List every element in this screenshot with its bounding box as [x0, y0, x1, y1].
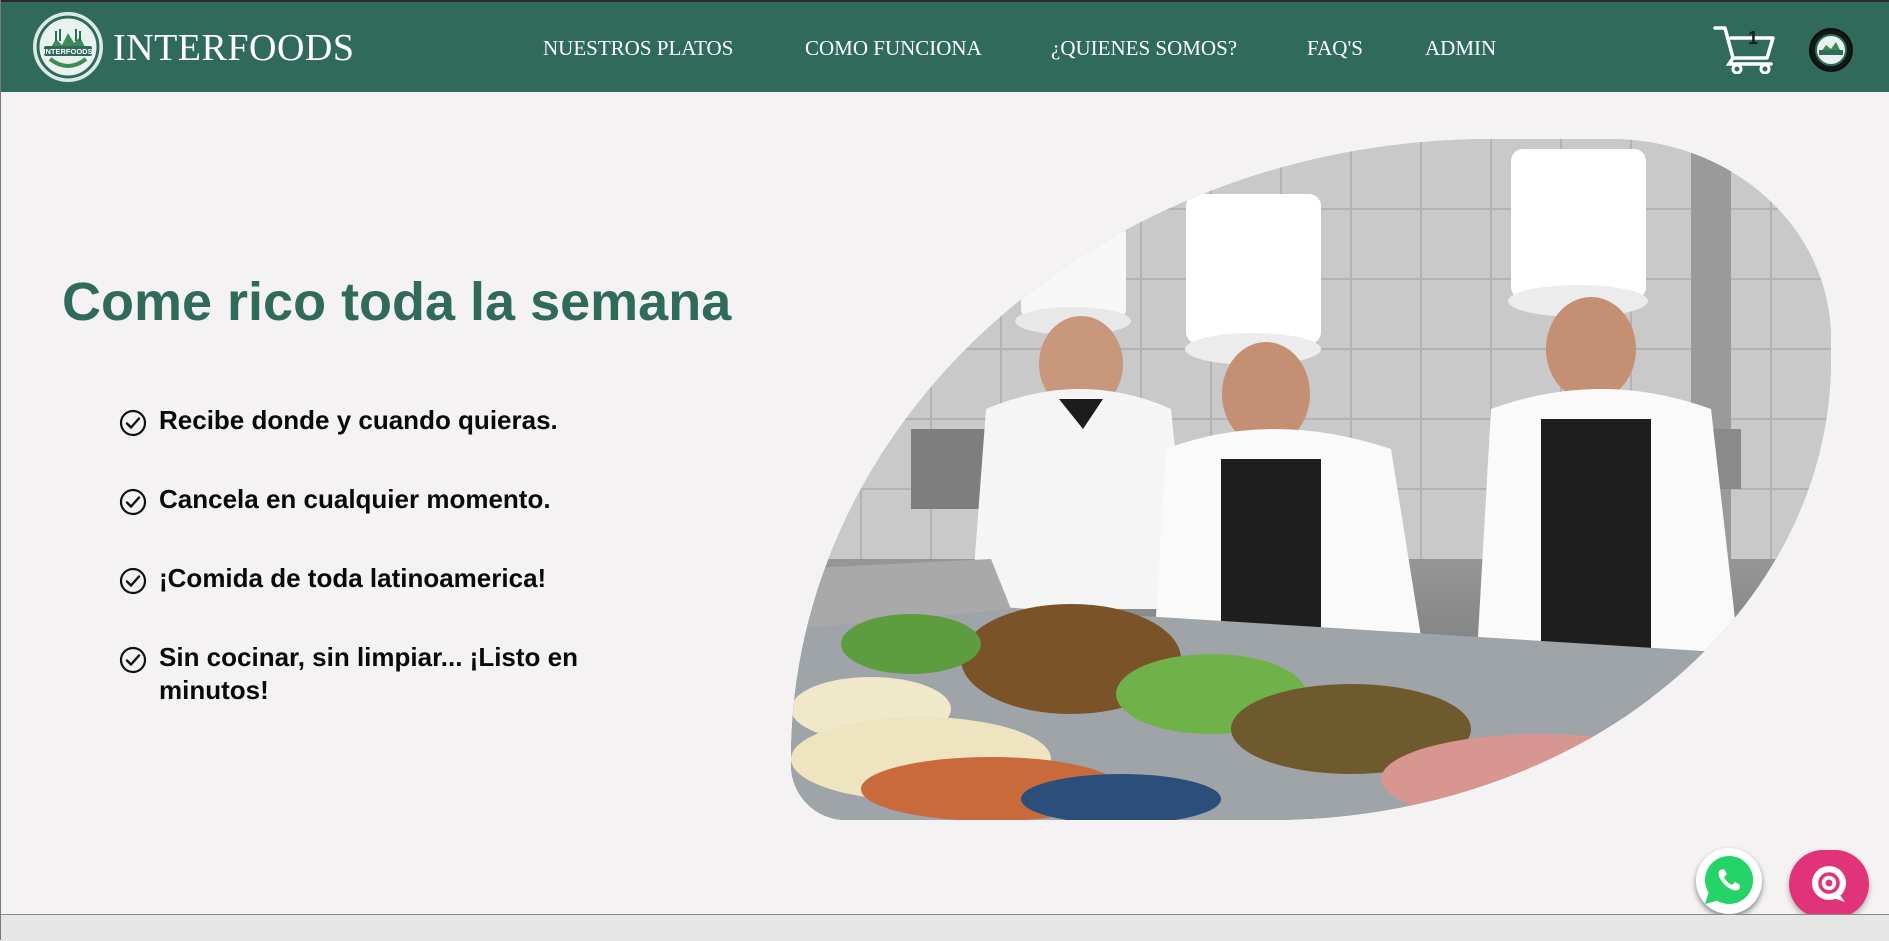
logo-emblem-icon: INTERFOODS: [36, 15, 100, 79]
feature-text: ¡Comida de toda latinoamerica!: [159, 563, 547, 593]
chat-bubble-icon: [1812, 866, 1846, 902]
hero-title: Come rico toda la semana: [62, 272, 732, 332]
whatsapp-icon: [1698, 850, 1760, 912]
chefs-kitchen-illustration: [791, 139, 1831, 820]
cart-button[interactable]: 1: [1713, 24, 1779, 75]
cart-count-badge: 1: [1748, 28, 1759, 48]
feature-item: ¡Comida de toda latinoamerica!: [119, 562, 659, 595]
feature-list: Recibe donde y cuando quieras. Cancela e…: [119, 404, 659, 707]
feature-text: Sin cocinar, sin limpiar... ¡Listo en mi…: [159, 642, 578, 705]
feature-item: Cancela en cualquier momento.: [119, 483, 659, 516]
check-circle-icon: [119, 646, 147, 674]
avatar-logo-icon: [1815, 34, 1847, 66]
user-avatar[interactable]: [1809, 28, 1853, 72]
hero-chefs-photo: [791, 139, 1831, 820]
brand-logo[interactable]: INTERFOODS: [33, 12, 103, 82]
check-circle-icon: [119, 567, 147, 595]
nav-nuestros-platos[interactable]: NUESTROS PLATOS: [543, 36, 733, 60]
feature-text: Cancela en cualquier momento.: [159, 484, 551, 514]
nav-admin[interactable]: ADMIN: [1425, 36, 1496, 60]
brand-name[interactable]: INTERFOODS: [113, 28, 354, 68]
check-circle-icon: [119, 409, 147, 437]
nav-faqs[interactable]: FAQ'S: [1307, 36, 1363, 60]
logo-text: INTERFOODS: [43, 47, 92, 56]
nav-quienes-somos[interactable]: ¿QUIENES SOMOS?: [1051, 36, 1237, 60]
feature-item: Sin cocinar, sin limpiar... ¡Listo en mi…: [119, 641, 659, 707]
feature-item: Recibe donde y cuando quieras.: [119, 404, 659, 437]
chat-support-button[interactable]: [1789, 850, 1869, 918]
shopping-cart-icon: [1713, 26, 1775, 75]
check-circle-icon: [119, 488, 147, 516]
feature-text: Recibe donde y cuando quieras.: [159, 405, 558, 435]
nav-como-funciona[interactable]: COMO FUNCIONA: [805, 36, 982, 60]
top-navbar: INTERFOODS INTERFOODS NUESTROS PLATOS CO…: [1, 0, 1889, 92]
bottom-edge-bar: [1, 914, 1889, 941]
whatsapp-button[interactable]: [1696, 848, 1762, 914]
